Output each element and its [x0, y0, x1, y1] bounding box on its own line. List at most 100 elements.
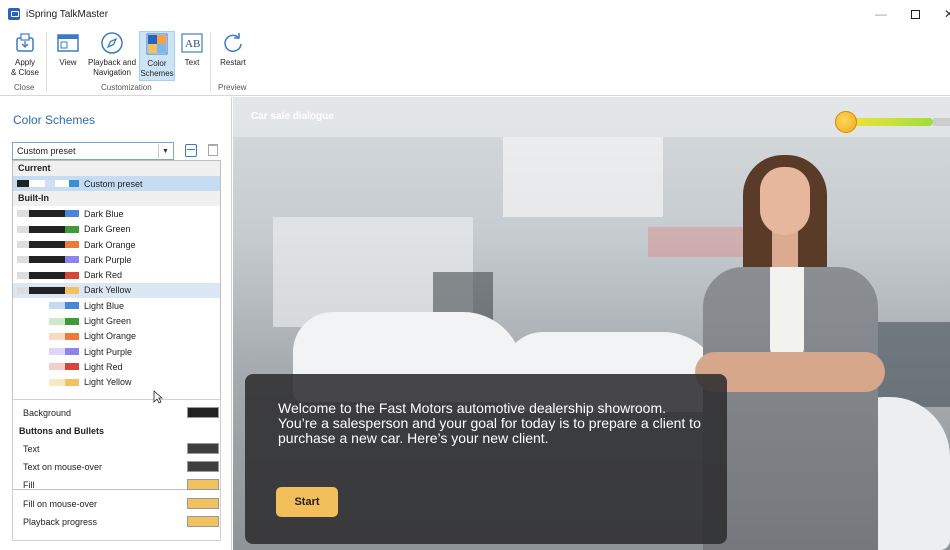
- playback-navigation-label: Playback and Navigation: [87, 58, 137, 77]
- color-swatch: [17, 317, 79, 325]
- color-swatch: [17, 348, 79, 356]
- dropdown-item-dark-green[interactable]: Dark Green: [13, 222, 220, 237]
- ribbon-separator: [46, 32, 47, 92]
- color-schemes-panel: Color Schemes Custom preset ▼ Current Cu…: [0, 97, 232, 550]
- dropdown-item-light-red[interactable]: Light Red: [13, 359, 220, 374]
- dropdown-item-light-blue[interactable]: Light Blue: [13, 298, 220, 313]
- dropdown-item-label: Light Green: [84, 316, 132, 327]
- app-icon: [8, 8, 20, 20]
- swatch-color: [17, 180, 29, 188]
- swatch-color: [17, 348, 29, 356]
- swatch-color: [49, 241, 65, 249]
- swatch-color: [49, 286, 65, 294]
- dropdown-item-light-green[interactable]: Light Green: [13, 313, 220, 328]
- swatch-color: [29, 180, 45, 188]
- dropdown-item-light-purple[interactable]: Light Purple: [13, 344, 220, 359]
- chevron-down-icon[interactable]: ▼: [158, 144, 172, 158]
- dropdown-item-label: Light Blue: [84, 300, 125, 311]
- swatch-color: [65, 256, 79, 264]
- dropdown-item-dark-purple[interactable]: Dark Purple: [13, 252, 220, 267]
- swatch-color: [29, 363, 49, 371]
- color-picker-swatch[interactable]: [187, 498, 219, 509]
- swatch-color: [17, 256, 29, 264]
- color-swatch: [17, 210, 79, 218]
- dropdown-item-dark-orange[interactable]: Dark Orange: [13, 237, 220, 252]
- swatch-color: [29, 225, 49, 233]
- property-label: Text: [23, 444, 40, 454]
- swatch-color: [49, 210, 65, 218]
- mouse-cursor-icon: [153, 390, 163, 404]
- swatch-color: [65, 348, 79, 356]
- save-preset-icon[interactable]: [185, 144, 197, 157]
- group-close-label: Close: [14, 83, 35, 92]
- group-customization-label: Customization: [101, 83, 152, 92]
- color-picker-swatch[interactable]: [187, 479, 219, 490]
- dropdown-item-label: Light Red: [84, 361, 123, 372]
- mood-meter-bar: [853, 118, 933, 126]
- swatch-color: [29, 286, 49, 294]
- swatch-color: [65, 317, 79, 325]
- character-shirt: [770, 267, 804, 362]
- color-schemes-icon: [145, 32, 169, 56]
- color-picker-swatch[interactable]: [187, 443, 219, 454]
- dropdown-item-light-yellow[interactable]: Light Yellow: [13, 375, 220, 390]
- dropdown-item-light-orange[interactable]: Light Orange: [13, 329, 220, 344]
- swatch-color: [17, 286, 29, 294]
- dropdown-item-label: Light Orange: [84, 331, 137, 342]
- playback-navigation-button[interactable]: Playback and Navigation: [87, 31, 137, 81]
- color-picker-swatch[interactable]: [187, 407, 219, 418]
- swatch-color: [29, 317, 49, 325]
- color-picker-swatch[interactable]: [187, 461, 219, 472]
- swatch-color: [17, 302, 29, 310]
- dropdown-item-label: Dark Purple: [84, 254, 132, 265]
- swatch-color: [65, 210, 79, 218]
- swatch-color: [49, 302, 65, 310]
- view-label: View: [59, 58, 77, 67]
- color-picker-swatch[interactable]: [187, 516, 219, 527]
- dropdown-item-custom-preset[interactable]: Custom preset: [13, 176, 220, 192]
- swatch-color: [29, 332, 49, 340]
- color-swatch: [17, 302, 79, 310]
- view-button[interactable]: View: [54, 31, 82, 81]
- property-label: Text on mouse-over: [23, 462, 103, 472]
- swatch-color: [17, 225, 29, 233]
- preset-combobox[interactable]: Custom preset ▼: [12, 142, 174, 160]
- text-button[interactable]: AB Text: [180, 31, 204, 81]
- minimize-button[interactable]: —: [871, 5, 891, 23]
- swatch-color: [49, 225, 65, 233]
- color-swatch: [17, 271, 79, 279]
- character-face: [760, 167, 810, 235]
- scenario-title: Car sale dialogue: [251, 111, 334, 122]
- swatch-color: [17, 271, 29, 279]
- compass-icon: [100, 31, 124, 55]
- close-button[interactable]: ✕: [939, 5, 950, 23]
- swatch-color: [49, 332, 65, 340]
- color-schemes-button[interactable]: Color Schemes: [139, 31, 175, 81]
- swatch-color: [29, 256, 49, 264]
- start-button[interactable]: Start: [276, 487, 338, 517]
- preview-stage: Car sale dialogue Welcome to the Fast Mo…: [233, 97, 950, 550]
- swatch-color: [49, 348, 65, 356]
- property-label: Fill on mouse-over: [23, 499, 98, 509]
- swatch-color: [29, 302, 49, 310]
- apply-close-button[interactable]: Apply & Close: [8, 31, 42, 81]
- swatch-color: [65, 363, 79, 371]
- dropdown-header-builtin: Built-In: [13, 191, 220, 207]
- dropdown-item-label: Light Yellow: [84, 377, 132, 388]
- swatch-color: [29, 241, 49, 249]
- dialog-text: Welcome to the Fast Motors automotive de…: [278, 400, 701, 446]
- swatch-color: [65, 286, 79, 294]
- restart-button[interactable]: Restart: [216, 31, 250, 81]
- swatch-color: [49, 256, 65, 264]
- dropdown-item-dark-yellow[interactable]: Dark Yellow: [13, 282, 220, 299]
- color-swatch: [17, 363, 79, 371]
- dropdown-item-dark-red[interactable]: Dark Red: [13, 267, 220, 282]
- delete-preset-icon[interactable]: [208, 144, 218, 156]
- showroom-window: [503, 137, 663, 217]
- swatch-color: [55, 180, 69, 188]
- dropdown-item-dark-blue[interactable]: Dark Blue: [13, 206, 220, 221]
- swatch-color: [29, 271, 49, 279]
- apply-close-icon: [13, 31, 37, 55]
- maximize-button[interactable]: [905, 5, 925, 23]
- mood-meter-track: [933, 118, 950, 126]
